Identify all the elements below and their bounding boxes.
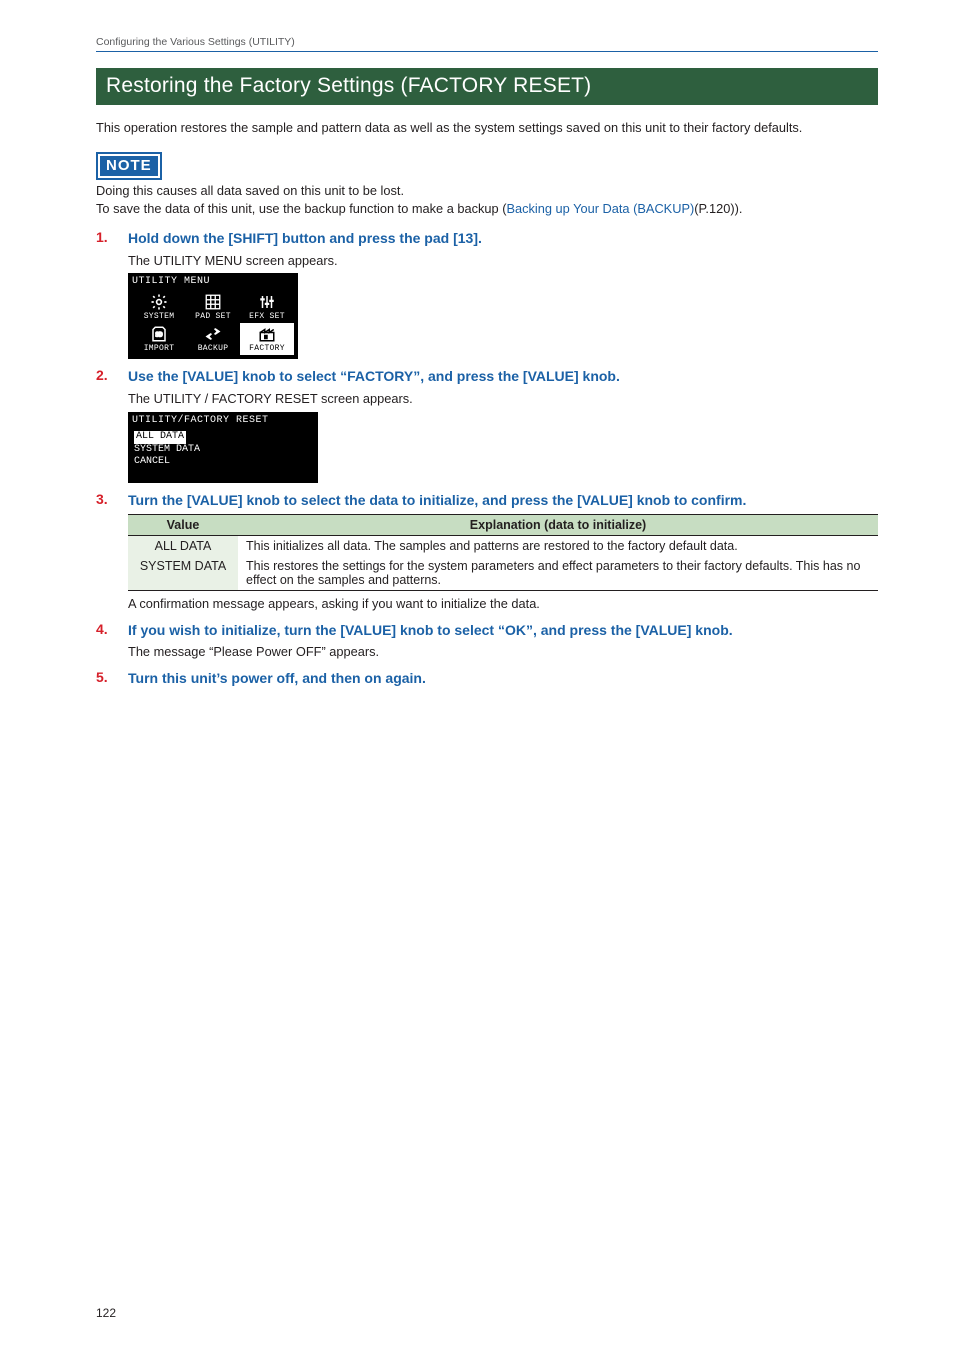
step-2-desc: The UTILITY / FACTORY RESET screen appea…: [128, 390, 878, 408]
note-line-2b: (P.120)).: [694, 201, 742, 216]
section-heading: Restoring the Factory Settings (FACTORY …: [96, 68, 878, 105]
note-badge-label: NOTE: [98, 154, 160, 178]
step-number: 2.: [96, 367, 110, 386]
lcd-cell-label: EFX SET: [249, 312, 285, 321]
step-1-desc: The UTILITY MENU screen appears.: [128, 252, 878, 270]
utility-menu-lcd: UTILITY MENU SYSTEM PAD SET EFX SET SD IMPOR…: [128, 273, 878, 359]
note-line-1: Doing this causes all data saved on this…: [96, 182, 878, 201]
step-heading: Turn the [VALUE] knob to select the data…: [128, 491, 746, 510]
cell-value: SYSTEM DATA: [128, 556, 238, 591]
step-heading: Turn this unit’s power off, and then on …: [128, 669, 426, 688]
cell-explanation: This initializes all data. The samples a…: [238, 535, 878, 556]
note-line-2a: To save the data of this unit, use the b…: [96, 201, 506, 216]
lcd-cell-label: PAD SET: [195, 312, 231, 321]
note-block: NOTE Doing this causes all data saved on…: [96, 148, 878, 219]
step-2: 2. Use the [VALUE] knob to select “FACTO…: [96, 367, 878, 386]
table-row: ALL DATAThis initializes all data. The s…: [128, 535, 878, 556]
step-number: 5.: [96, 669, 110, 688]
intro-text: This operation restores the sample and p…: [96, 119, 878, 138]
lcd-menu-factory: FACTORY: [240, 323, 294, 355]
lcd-menu-import: SD IMPORT: [132, 323, 186, 355]
note-badge: NOTE: [96, 152, 162, 180]
lcd-menu-pad-set: PAD SET: [186, 291, 240, 323]
lcd2-title: UTILITY/FACTORY RESET: [128, 412, 318, 428]
value-table-wrap: Value Explanation (data to initialize) A…: [128, 514, 878, 591]
page-number: 122: [96, 1306, 116, 1320]
lcd-cell-label: IMPORT: [144, 344, 175, 353]
lcd-menu-efx-set: EFX SET: [240, 291, 294, 323]
step-4: 4. If you wish to initialize, turn the […: [96, 621, 878, 640]
step-heading: Hold down the [SHIFT] button and press t…: [128, 229, 482, 248]
swap-icon: [203, 325, 223, 343]
step-heading: Use the [VALUE] knob to select “FACTORY”…: [128, 367, 620, 386]
grid-icon: [203, 293, 223, 311]
th-value: Value: [128, 514, 238, 535]
factory-reset-lcd: UTILITY/FACTORY RESET ALL DATASYSTEM DAT…: [128, 412, 878, 483]
svg-text:SD: SD: [155, 332, 163, 339]
cell-explanation: This restores the settings for the syste…: [238, 556, 878, 591]
backup-link[interactable]: Backing up Your Data (BACKUP): [506, 201, 694, 216]
lcd-menu-system: SYSTEM: [132, 291, 186, 323]
lcd-menu-backup: BACKUP: [186, 323, 240, 355]
step-heading: If you wish to initialize, turn the [VAL…: [128, 621, 733, 640]
running-header: Configuring the Various Settings (UTILIT…: [96, 36, 878, 52]
lcd-cell-label: SYSTEM: [144, 312, 175, 321]
step-1: 1. Hold down the [SHIFT] button and pres…: [96, 229, 878, 248]
step-number: 4.: [96, 621, 110, 640]
value-table: Value Explanation (data to initialize) A…: [128, 514, 878, 591]
cell-value: ALL DATA: [128, 535, 238, 556]
sliders-icon: [257, 293, 277, 311]
lcd-cell-label: BACKUP: [198, 344, 229, 353]
lcd-list-cancel: CANCEL: [134, 456, 312, 469]
lcd-list-all-data: ALL DATA: [134, 431, 312, 444]
step-5: 5. Turn this unit’s power off, and then …: [96, 669, 878, 688]
step-3: 3. Turn the [VALUE] knob to select the d…: [96, 491, 878, 510]
step-number: 1.: [96, 229, 110, 248]
th-explanation: Explanation (data to initialize): [238, 514, 878, 535]
sd-icon: SD: [149, 325, 169, 343]
factory-icon: [257, 325, 277, 343]
lcd1-title: UTILITY MENU: [128, 273, 298, 289]
step-3-note: A confirmation message appears, asking i…: [128, 595, 878, 613]
step-4-desc: The message “Please Power OFF” appears.: [128, 643, 878, 661]
step-number: 3.: [96, 491, 110, 510]
note-line-2: To save the data of this unit, use the b…: [96, 200, 878, 219]
lcd-list-system-data: SYSTEM DATA: [134, 444, 312, 457]
gear-icon: [149, 293, 169, 311]
table-row: SYSTEM DATAThis restores the settings fo…: [128, 556, 878, 591]
lcd-cell-label: FACTORY: [249, 344, 285, 353]
